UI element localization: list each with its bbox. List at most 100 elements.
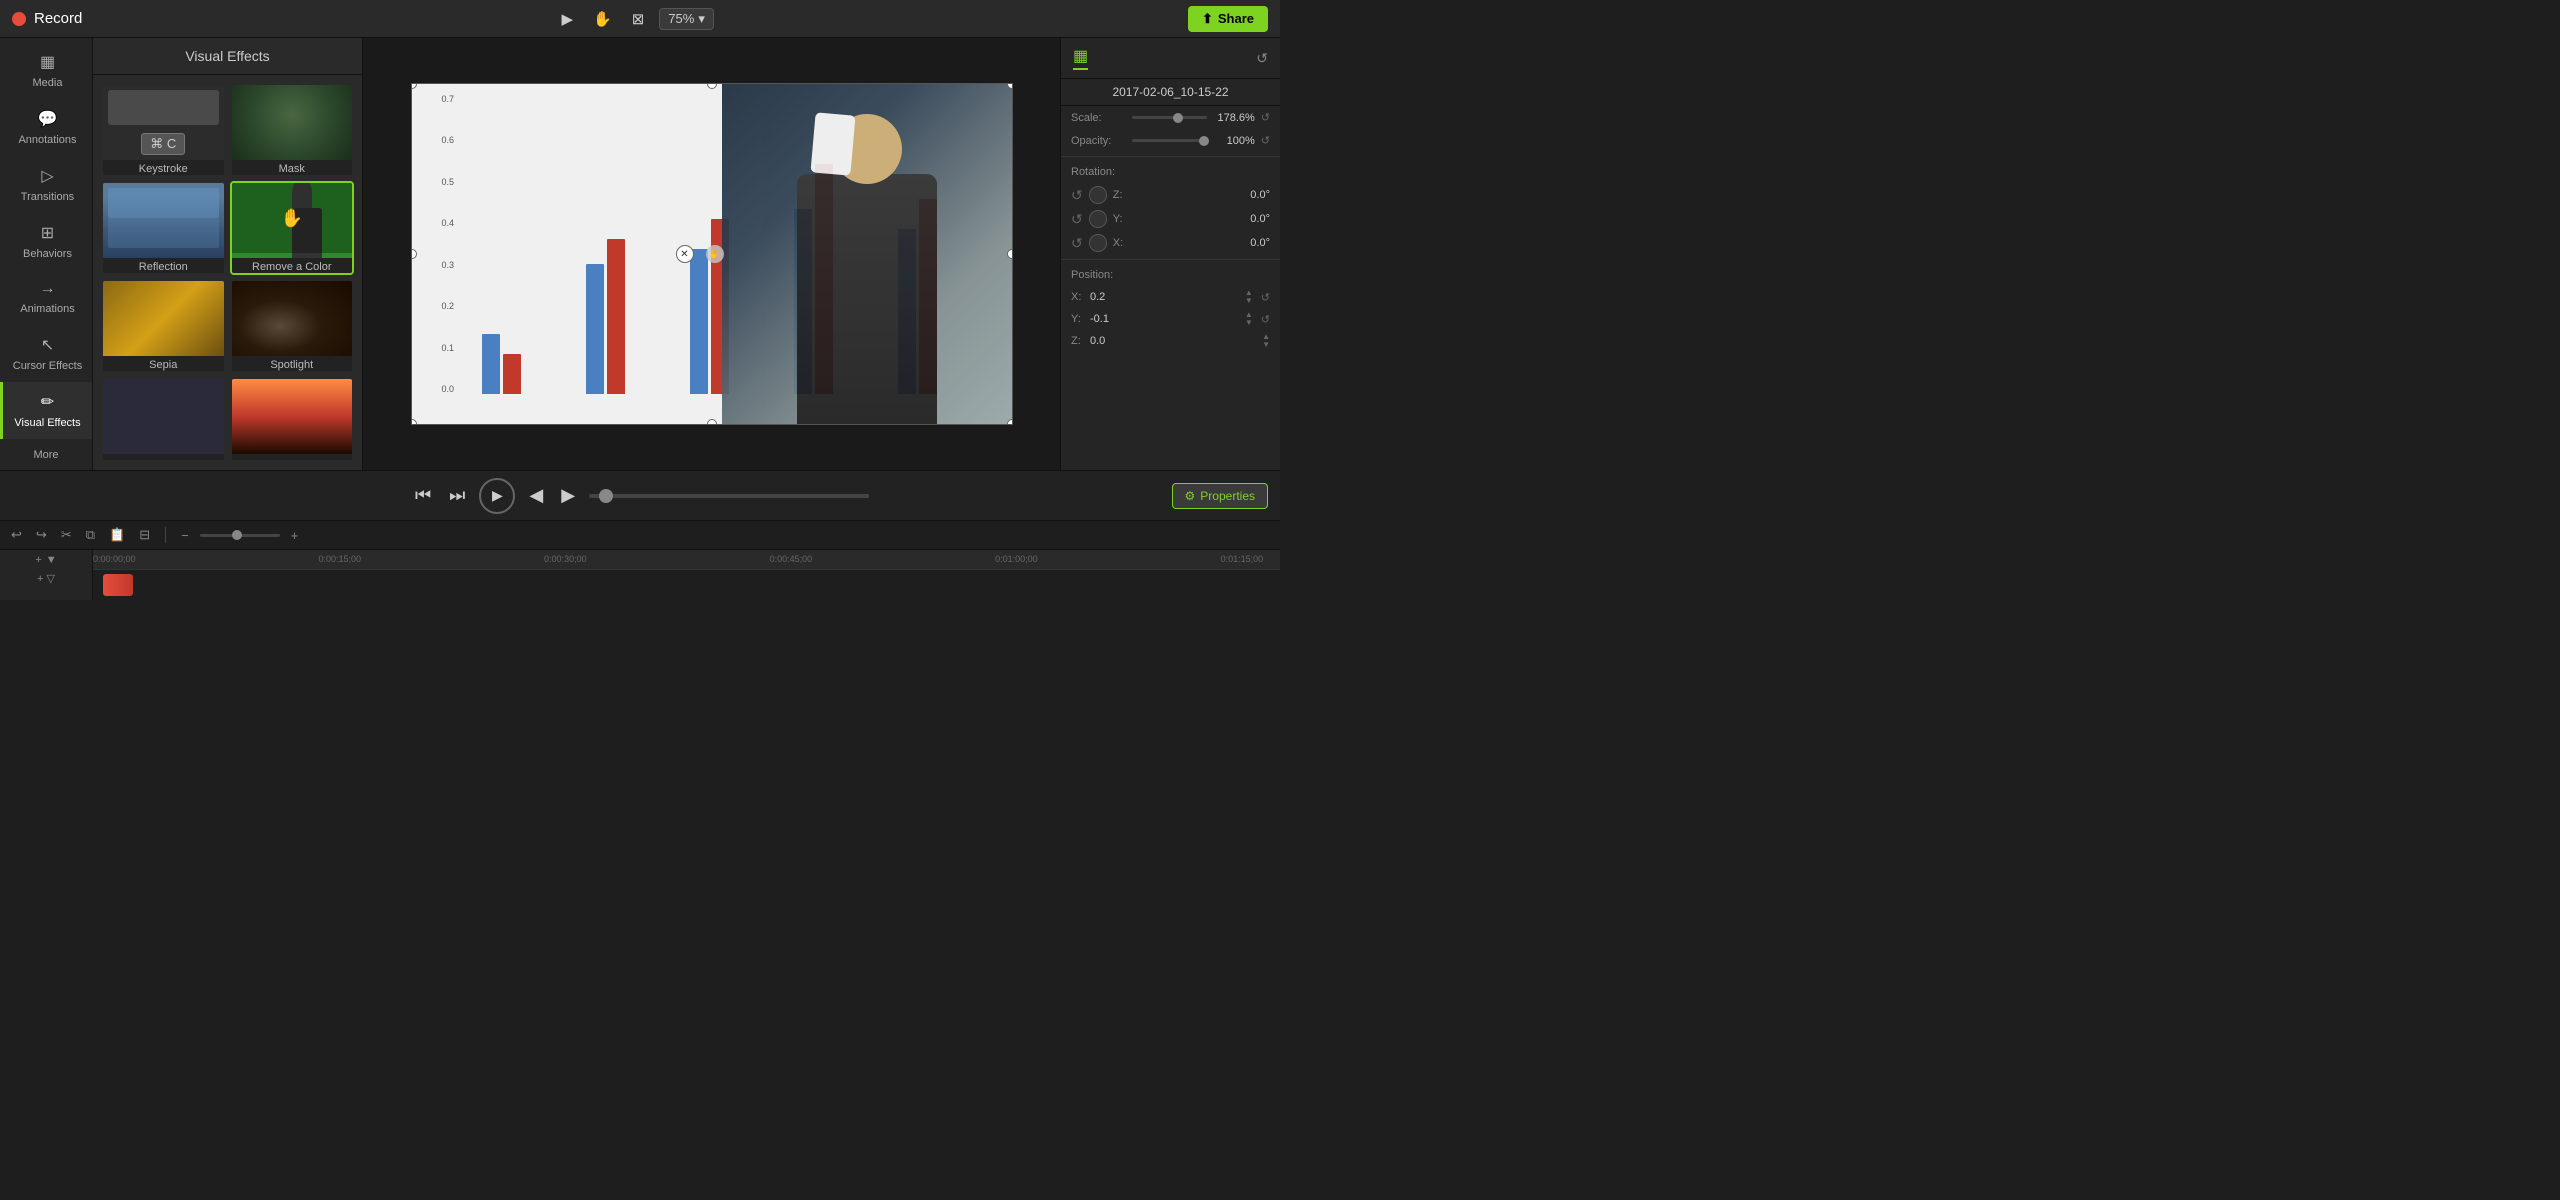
select-tool-btn[interactable]: ▶ <box>556 7 578 31</box>
main-layout: ▦ Media 💬 Annotations ▷ Transitions ⊞ Be… <box>0 38 1280 470</box>
timeline-area: ↩ ↪ ✂ ⧉ 📋 ⊟ − + + ▼ + ▽ 0:00:00;00 0:00:… <box>0 520 1280 600</box>
remove-color-overlay: ✋ <box>232 183 353 253</box>
effects-panel: Visual Effects ⌘ C Keystroke Mask <box>93 38 363 470</box>
progress-thumb[interactable] <box>599 489 613 503</box>
opacity-reset-btn[interactable]: ↺ <box>1261 134 1270 147</box>
next-btn[interactable]: ▶ <box>557 481 579 510</box>
step-back-btn[interactable]: ⏮ <box>411 481 435 510</box>
gear-icon: ⚙ <box>1185 489 1196 503</box>
effect-remove-color[interactable]: Remove a Color ✋ <box>230 181 355 275</box>
pos-x-down-btn[interactable]: ▼ <box>1245 297 1253 305</box>
pos-y-spinner[interactable]: ▲ ▼ <box>1245 311 1253 327</box>
sidebar-item-visual-effects[interactable]: ✏ Visual Effects <box>0 382 92 439</box>
scale-label: Scale: <box>1071 112 1126 124</box>
effect-spotlight[interactable]: Spotlight <box>230 279 355 373</box>
undo-btn[interactable]: ↩ <box>8 525 25 545</box>
track-add-btn[interactable]: + <box>35 554 41 566</box>
reflection-label: Reflection <box>103 258 224 275</box>
mask-label: Mask <box>232 160 353 177</box>
properties-panel: ▦ ↺ 2017-02-06_10-15-22 Scale: 178.6% ↺ … <box>1060 38 1280 470</box>
frame-step-btn[interactable]: ⏭ <box>445 481 469 510</box>
record-dot <box>12 12 26 26</box>
canvas-area: 0.70.60.50.40.30.20.10.0 <box>363 38 1060 470</box>
split-btn[interactable]: ⊟ <box>136 525 153 545</box>
ruler-mark-4: 0:01:00;00 <box>995 554 1038 564</box>
pos-z-axis: Z: <box>1071 335 1086 347</box>
visual-effects-icon: ✏ <box>41 392 54 412</box>
sidebar-item-animations[interactable]: → Animations <box>0 270 92 325</box>
opacity-slider[interactable] <box>1132 139 1207 142</box>
pos-z-down-btn[interactable]: ▼ <box>1262 341 1270 349</box>
annotations-icon: 💬 <box>38 109 58 129</box>
effect-item-7[interactable] <box>101 377 226 462</box>
track-lane-1 <box>93 570 1280 600</box>
delete-handle[interactable]: ✕ <box>676 245 694 263</box>
handle-middle-right[interactable] <box>1007 249 1012 259</box>
track-clip-1[interactable] <box>103 574 133 596</box>
ruler-mark-5: 0:01:15;00 <box>1221 554 1264 564</box>
sidebar-more-btn[interactable]: More <box>0 439 92 471</box>
share-label: Share <box>1218 11 1254 26</box>
pos-x-spinner[interactable]: ▲ ▼ <box>1245 289 1253 305</box>
effect-reflection[interactable]: Reflection <box>101 181 226 275</box>
effect-keystroke[interactable]: ⌘ C Keystroke <box>101 83 226 177</box>
handle-bottom-left[interactable] <box>412 419 417 424</box>
timeline-tracks: + ▼ + ▽ 0:00:00;00 0:00:15;00 0:00:30;00… <box>0 550 1280 600</box>
scale-reset-btn[interactable]: ↺ <box>1261 111 1270 124</box>
drag-handle[interactable]: ✋ <box>706 245 724 263</box>
scale-slider[interactable] <box>1132 116 1207 119</box>
handle-middle-left[interactable] <box>412 249 417 259</box>
sidebar-item-animations-label: Animations <box>20 303 74 315</box>
properties-btn-label: Properties <box>1200 489 1255 503</box>
pos-x-reset-btn[interactable]: ↺ <box>1261 291 1270 304</box>
effect-item-8[interactable] <box>230 377 355 462</box>
pos-y-down-btn[interactable]: ▼ <box>1245 319 1253 327</box>
hand-tool-btn[interactable]: ✋ <box>588 7 617 31</box>
handle-top-center[interactable] <box>707 84 717 89</box>
top-bar-center: ▶ ✋ ⊠ 75% ▾ <box>556 7 713 31</box>
effect-sepia[interactable]: Sepia <box>101 279 226 373</box>
redo-btn[interactable]: ↪ <box>33 525 50 545</box>
props-reset-btn[interactable]: ↺ <box>1256 50 1268 67</box>
pos-z-spinner[interactable]: ▲ ▼ <box>1262 333 1270 349</box>
prev-btn[interactable]: ◀ <box>525 481 547 510</box>
timeline-toolbar: ↩ ↪ ✂ ⧉ 📋 ⊟ − + <box>0 521 1280 550</box>
sidebar-item-media[interactable]: ▦ Media <box>0 42 92 99</box>
sidebar-item-behaviors[interactable]: ⊞ Behaviors <box>0 213 92 270</box>
scale-row: Scale: 178.6% ↺ <box>1061 106 1280 129</box>
props-header: ▦ ↺ <box>1061 38 1280 79</box>
rot-z-ccw-btn[interactable]: ↺ <box>1071 187 1083 204</box>
rotation-label-row: Rotation: <box>1061 161 1280 183</box>
play-button[interactable]: ▶ <box>479 478 515 514</box>
zoom-control[interactable]: 75% ▾ <box>659 8 714 30</box>
rot-x-ccw-btn[interactable]: ↺ <box>1071 235 1083 252</box>
sidebar-item-annotations[interactable]: 💬 Annotations <box>0 99 92 156</box>
rot-y-ccw-btn[interactable]: ↺ <box>1071 211 1083 228</box>
share-button[interactable]: ⬆ Share <box>1188 6 1268 32</box>
zoom-slider[interactable] <box>200 534 280 537</box>
effect-mask[interactable]: Mask <box>230 83 355 177</box>
sidebar-item-cursor-label: Cursor Effects <box>13 360 83 372</box>
handle-bottom-center[interactable] <box>707 419 717 424</box>
track-collapse-btn[interactable]: ▼ <box>46 554 57 566</box>
effect-7-label <box>103 454 224 460</box>
pos-y-reset-btn[interactable]: ↺ <box>1261 313 1270 326</box>
sidebar-item-transitions[interactable]: ▷ Transitions <box>0 156 92 213</box>
track-collapse2-btn[interactable]: ▽ <box>46 572 54 585</box>
properties-toggle-btn[interactable]: ⚙ Properties <box>1172 483 1268 509</box>
zoom-out-btn[interactable]: − <box>178 526 192 545</box>
ruler-mark-3: 0:00:45;00 <box>770 554 813 564</box>
handle-top-left[interactable] <box>412 84 417 89</box>
sidebar-item-cursor-effects[interactable]: ↖ Cursor Effects <box>0 325 92 382</box>
transitions-icon: ▷ <box>41 166 53 186</box>
track-expand-btn[interactable]: + <box>37 572 43 585</box>
paste-btn[interactable]: 📋 <box>106 525 128 545</box>
progress-bar[interactable] <box>589 494 869 498</box>
zoom-in-btn[interactable]: + <box>288 526 302 545</box>
media-icon: ▦ <box>40 52 55 72</box>
sidebar-item-behaviors-label: Behaviors <box>23 248 72 260</box>
cut-btn[interactable]: ✂ <box>58 525 75 545</box>
crop-tool-btn[interactable]: ⊠ <box>627 7 650 31</box>
copy-btn[interactable]: ⧉ <box>83 525 98 545</box>
handle-bottom-right[interactable] <box>1007 419 1012 424</box>
